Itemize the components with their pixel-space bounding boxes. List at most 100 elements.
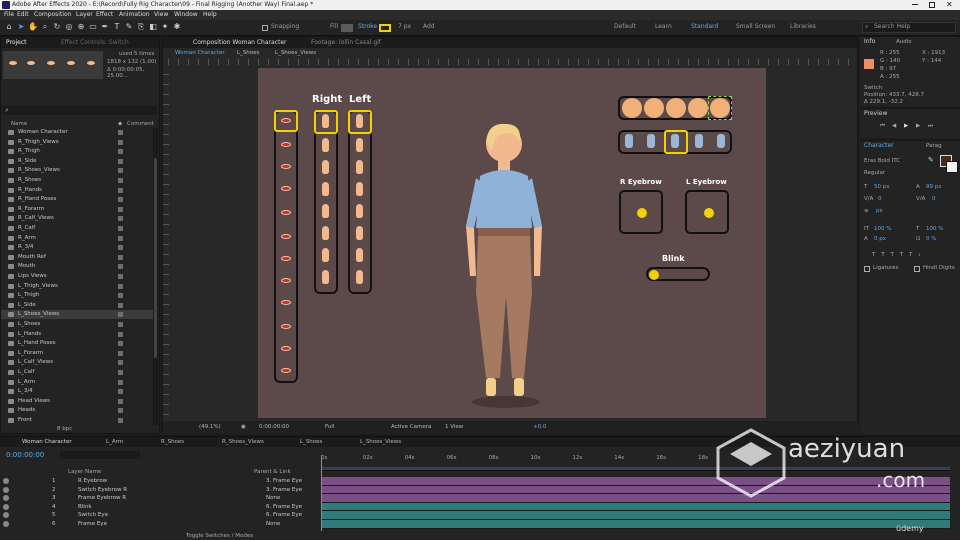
label-color-box[interactable] <box>118 302 123 308</box>
menu-help[interactable]: Help <box>203 10 217 20</box>
eraser-tool-icon[interactable]: ◧ <box>148 22 158 32</box>
project-item[interactable]: R_Thigh <box>1 147 154 156</box>
label-color-box[interactable] <box>118 350 123 356</box>
project-item[interactable]: L_3/4 <box>1 387 154 396</box>
project-item[interactable]: R_Shoes_Views <box>1 166 154 175</box>
label-color-box[interactable] <box>118 408 123 414</box>
rotate-tool-icon[interactable]: ↻ <box>52 22 62 32</box>
composition-panel-title[interactable]: Composition Woman Character <box>193 37 286 48</box>
project-scrollbar[interactable] <box>153 128 158 425</box>
project-item[interactable]: L_Calf_Views <box>1 358 154 367</box>
timeline-tab-l-shoes-views[interactable]: L_Shoes_Views <box>360 437 401 447</box>
fill-swatch[interactable] <box>341 24 353 32</box>
label-color-box[interactable] <box>118 370 123 375</box>
label-color-box[interactable] <box>118 130 123 135</box>
zoom-level[interactable]: (49.1%) <box>199 421 221 434</box>
project-item[interactable]: R_Side <box>1 157 154 166</box>
column-name[interactable]: Name <box>11 121 27 127</box>
shape-tool-icon[interactable]: ▭ <box>88 22 98 32</box>
baseline-shift-value[interactable]: 0 px <box>874 236 886 242</box>
hindi-digits-checkbox[interactable] <box>914 266 920 272</box>
vertical-scale-value[interactable]: 100 % <box>874 226 891 232</box>
selection-tool-icon[interactable]: ➤ <box>16 22 26 32</box>
project-item[interactable]: R_Calf <box>1 224 154 233</box>
visibility-eye-icon[interactable] <box>3 503 9 510</box>
zoom-tool-icon[interactable]: ⌕ <box>40 22 50 32</box>
workspace-standard[interactable]: Standard <box>691 23 718 30</box>
playhead[interactable] <box>321 455 322 531</box>
project-item[interactable]: L_Shoes <box>1 320 154 329</box>
font-family-select[interactable]: Eras Bold ITC <box>864 158 900 164</box>
tab-effect-controls[interactable]: Effect Controls: Switch <box>61 37 129 48</box>
subtab-woman-character[interactable]: Woman Character <box>175 48 225 58</box>
parent-link-select[interactable]: None <box>266 494 280 503</box>
menu-file[interactable]: File <box>4 10 14 20</box>
label-color-box[interactable] <box>118 197 123 203</box>
clone-tool-icon[interactable]: ⎘ <box>136 22 146 32</box>
label-color-box[interactable] <box>118 322 123 327</box>
stroke-width[interactable]: 7 px <box>398 23 411 30</box>
timeline-search-input[interactable] <box>60 451 140 459</box>
timeline-tab-r-shoes-views[interactable]: R_Shoes_Views <box>222 437 264 447</box>
timeline-timecode[interactable]: 0:00:00:00 <box>6 451 44 459</box>
parent-link-select[interactable]: 6. Frame Eye <box>266 503 302 512</box>
label-color-box[interactable] <box>118 274 123 279</box>
label-color-box[interactable] <box>118 149 123 155</box>
views-select[interactable]: 1 View <box>445 421 463 434</box>
project-item[interactable]: Woman Character <box>1 128 154 137</box>
r-eyebrow-handle[interactable] <box>637 208 647 218</box>
pan-behind-icon[interactable]: ⊕ <box>76 22 86 32</box>
first-frame-icon[interactable]: ⏮ <box>880 123 885 130</box>
label-color-box[interactable] <box>118 418 123 423</box>
label-color-box[interactable] <box>118 264 123 270</box>
toggle-switches-modes[interactable]: Toggle Switches / Modes <box>186 533 253 539</box>
label-color-box[interactable] <box>118 389 123 395</box>
project-item[interactable]: R_Hands <box>1 186 154 195</box>
menu-view[interactable]: View <box>154 10 168 20</box>
active-camera-select[interactable]: Active Camera <box>391 421 431 434</box>
label-color-box[interactable] <box>118 398 123 404</box>
parent-link-select[interactable]: 3. Frame Eye <box>266 486 302 495</box>
project-item[interactable]: Mouth <box>1 262 154 271</box>
label-color-box[interactable] <box>118 293 123 299</box>
horizontal-scale-value[interactable]: 100 % <box>926 226 943 232</box>
kerning-value[interactable]: 0 <box>878 196 882 202</box>
timeline-tab-r-shoes[interactable]: R_Shoes <box>161 437 184 447</box>
font-style-select[interactable]: Regular <box>864 170 885 176</box>
workspace-libraries[interactable]: Libraries <box>790 23 816 30</box>
layer-duration-bar[interactable] <box>321 511 950 520</box>
project-item[interactable]: R_Shoes <box>1 176 154 185</box>
leading-value[interactable]: 99 px <box>926 184 942 190</box>
visibility-eye-icon[interactable] <box>3 512 9 519</box>
exposure-value[interactable]: +0.0 <box>533 421 546 434</box>
project-item[interactable]: L_Calf <box>1 368 154 377</box>
subtab-l-shoes-views[interactable]: L_Shoes_Views <box>275 48 316 58</box>
project-item[interactable]: L_Thigh <box>1 291 154 300</box>
parent-link-select[interactable]: None <box>266 520 280 529</box>
footage-tab[interactable]: Footage: lollin Casal.gif <box>311 37 381 48</box>
stroke-swatch[interactable] <box>379 24 391 32</box>
stroke-label[interactable]: Stroke <box>358 23 377 30</box>
layer-name[interactable]: Blink <box>78 503 92 512</box>
prev-frame-icon[interactable]: ◀ <box>892 123 896 129</box>
workspace-small-screen[interactable]: Small Screen <box>736 23 775 30</box>
visibility-eye-icon[interactable] <box>3 521 9 527</box>
label-color-box[interactable] <box>118 235 123 241</box>
timeline-tab-l-shoes[interactable]: L_Shoes <box>300 437 322 447</box>
timeline-tab-l-arm[interactable]: L_Arm <box>106 437 123 447</box>
layer-name[interactable]: Switch Eyebrow R <box>78 486 127 495</box>
composition-canvas[interactable]: Right Left R Eyebrow L Eyebrow Blink <box>258 68 766 418</box>
layer-name[interactable]: Frame Eye <box>78 520 107 529</box>
l-eyebrow-handle[interactable] <box>704 208 714 218</box>
menu-composition[interactable]: Composition <box>34 10 71 20</box>
visibility-eye-icon[interactable] <box>3 478 9 484</box>
label-color-box[interactable] <box>118 254 123 260</box>
label-color-box[interactable] <box>118 158 123 164</box>
project-item[interactable]: L_Thigh_Views <box>1 282 154 291</box>
label-color-box[interactable] <box>118 245 123 251</box>
project-item[interactable]: L_Arm <box>1 378 154 387</box>
camera-icon[interactable]: ◉ <box>241 421 246 434</box>
tsume-value[interactable]: 0 % <box>926 236 936 242</box>
project-item[interactable]: Lips Views <box>1 272 154 281</box>
minimize-icon[interactable] <box>912 4 918 5</box>
